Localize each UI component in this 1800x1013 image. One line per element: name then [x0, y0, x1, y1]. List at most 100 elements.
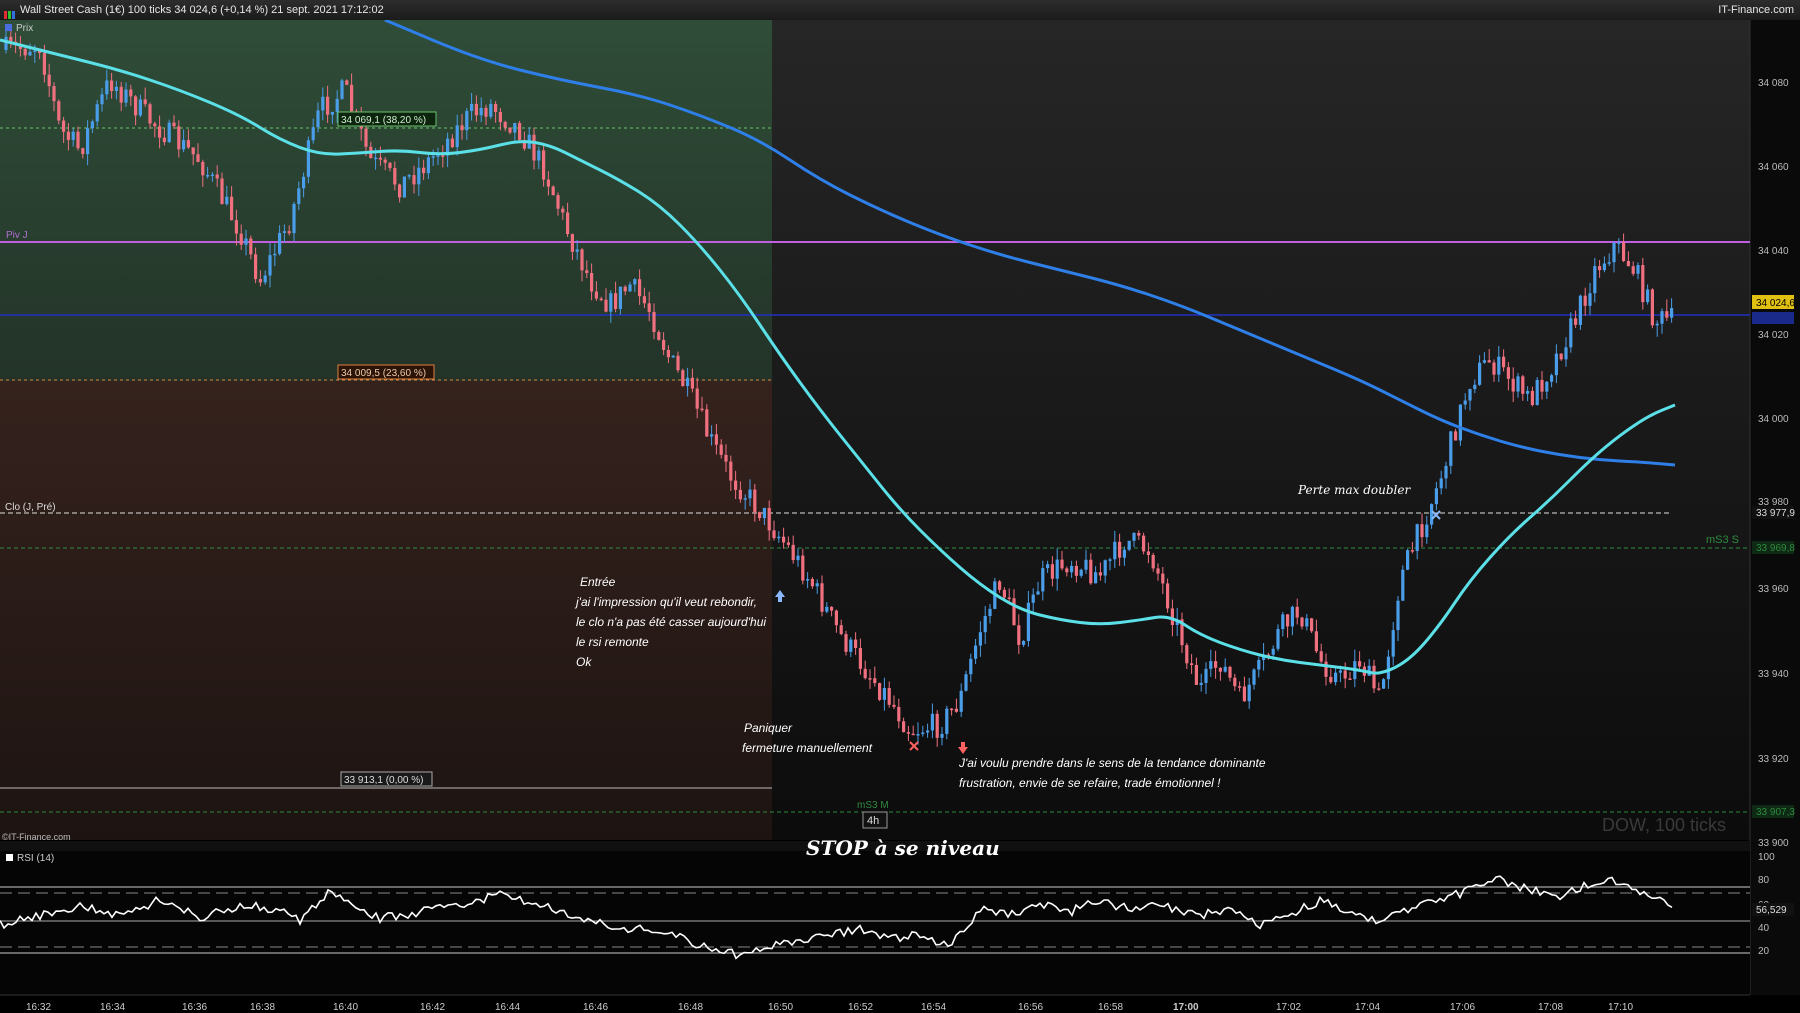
title-bar: Wall Street Cash (1€) 100 ticks 34 024,6…: [0, 0, 1800, 21]
price-tick: 34 040: [1758, 246, 1789, 257]
candle-body: [1156, 568, 1160, 574]
candle-body: [1319, 651, 1323, 662]
candle-body: [753, 489, 757, 513]
candle-body: [1161, 573, 1165, 584]
candle-body: [119, 86, 123, 103]
candle-body: [441, 155, 445, 157]
candle-body: [364, 128, 368, 147]
legend-swatch: [5, 24, 12, 31]
candle-body: [345, 80, 349, 85]
candle-body: [1290, 606, 1294, 627]
candle-body: [1502, 356, 1506, 368]
candle-body: [52, 86, 56, 102]
rsi-value: 56,529: [1756, 905, 1787, 916]
candle-body: [124, 89, 128, 103]
candle-body: [786, 542, 790, 545]
rsi-tick: 100: [1758, 852, 1775, 863]
candle-body: [532, 134, 536, 161]
candle-body: [1334, 672, 1338, 683]
ms3m-value: 33 907,3: [1756, 807, 1795, 818]
candle-body: [412, 175, 416, 185]
candle-body: [110, 80, 114, 92]
candle-body: [1564, 347, 1568, 360]
candle-body: [201, 161, 205, 176]
candle-body: [340, 80, 344, 99]
candle-body: [1454, 431, 1458, 441]
candle-body: [4, 36, 8, 50]
candle-body: [873, 678, 877, 684]
candle-body: [1415, 524, 1419, 552]
candle-body: [1622, 242, 1626, 261]
fib-zone-green: [0, 20, 772, 381]
candle-body: [734, 480, 738, 490]
candle-body: [1295, 606, 1299, 618]
candle-body: [297, 188, 301, 204]
candle-body: [1607, 262, 1611, 264]
candle-body: [1314, 631, 1318, 652]
candle-body: [326, 96, 330, 115]
candle-body: [1271, 648, 1275, 655]
candle-body: [782, 536, 786, 543]
candle-body: [551, 186, 555, 196]
candle-body: [724, 454, 728, 462]
candle-body: [1430, 504, 1434, 525]
candle-body: [988, 608, 992, 617]
candle-body: [926, 730, 930, 733]
candle-body: [945, 708, 949, 734]
candle-body: [1286, 614, 1290, 627]
candle-body: [1617, 242, 1621, 244]
candle-body: [316, 110, 320, 128]
candle-body: [767, 507, 771, 531]
candle-body: [935, 713, 939, 738]
candle-body: [1631, 266, 1635, 274]
time-tick: 16:34: [100, 1002, 125, 1013]
candle-body: [1444, 465, 1448, 479]
candle-body: [777, 536, 781, 539]
candle-body: [1151, 554, 1155, 569]
legend-prix: Prix: [16, 23, 33, 34]
candle-body: [1036, 591, 1040, 595]
fib-38-label: 34 069,1 (38,20 %): [341, 115, 426, 126]
candle-body: [1506, 367, 1510, 379]
candle-body: [508, 127, 512, 133]
candle-body: [378, 157, 382, 160]
candle-body: [1396, 600, 1400, 631]
brand-label: IT-Finance.com: [1718, 4, 1794, 16]
candle-body: [402, 176, 406, 198]
chart-area[interactable]: Prix 34 069,1 (38,20 %) 34 009,5 (23,60 …: [0, 20, 1800, 1013]
candle-body: [383, 159, 387, 163]
candle-body: [388, 162, 392, 169]
window-title: Wall Street Cash (1€) 100 ticks 34 024,6…: [20, 4, 384, 16]
candle-body: [1108, 559, 1112, 561]
candle-body: [350, 84, 354, 112]
candle-body: [143, 99, 147, 105]
candle-body: [1194, 664, 1198, 685]
price-tick: 34 060: [1758, 162, 1789, 173]
time-tick: 16:54: [921, 1002, 946, 1013]
candle-body: [1492, 362, 1496, 375]
candle-body: [1578, 295, 1582, 325]
candle-body: [1343, 670, 1347, 679]
candle-body: [1511, 378, 1515, 392]
candle-body: [1646, 289, 1650, 303]
candle-body: [47, 74, 51, 87]
time-tick: 16:56: [1018, 1002, 1043, 1013]
candle-body: [1487, 360, 1491, 363]
time-tick: 16:46: [583, 1002, 608, 1013]
annotation-entree-line: j'ai l'impression qu'il veut rebondir,: [574, 595, 757, 609]
price-tick: 33 900: [1758, 838, 1789, 849]
annotation-voulu-line: frustration, envie de se refaire, trade …: [959, 776, 1221, 790]
candle-body: [33, 50, 37, 53]
candle-body: [1612, 242, 1616, 263]
candle-body: [642, 296, 646, 304]
candle-body: [1406, 550, 1410, 570]
candle-body: [638, 279, 642, 297]
candle-body: [974, 645, 978, 659]
candle-body: [1386, 656, 1390, 680]
candle-body: [1602, 263, 1606, 271]
candle-body: [878, 683, 882, 700]
annotation-paniquer-line: Paniquer: [744, 721, 793, 735]
candle-body: [1458, 404, 1462, 441]
candle-body: [1626, 260, 1630, 267]
candle-body: [1170, 608, 1174, 626]
